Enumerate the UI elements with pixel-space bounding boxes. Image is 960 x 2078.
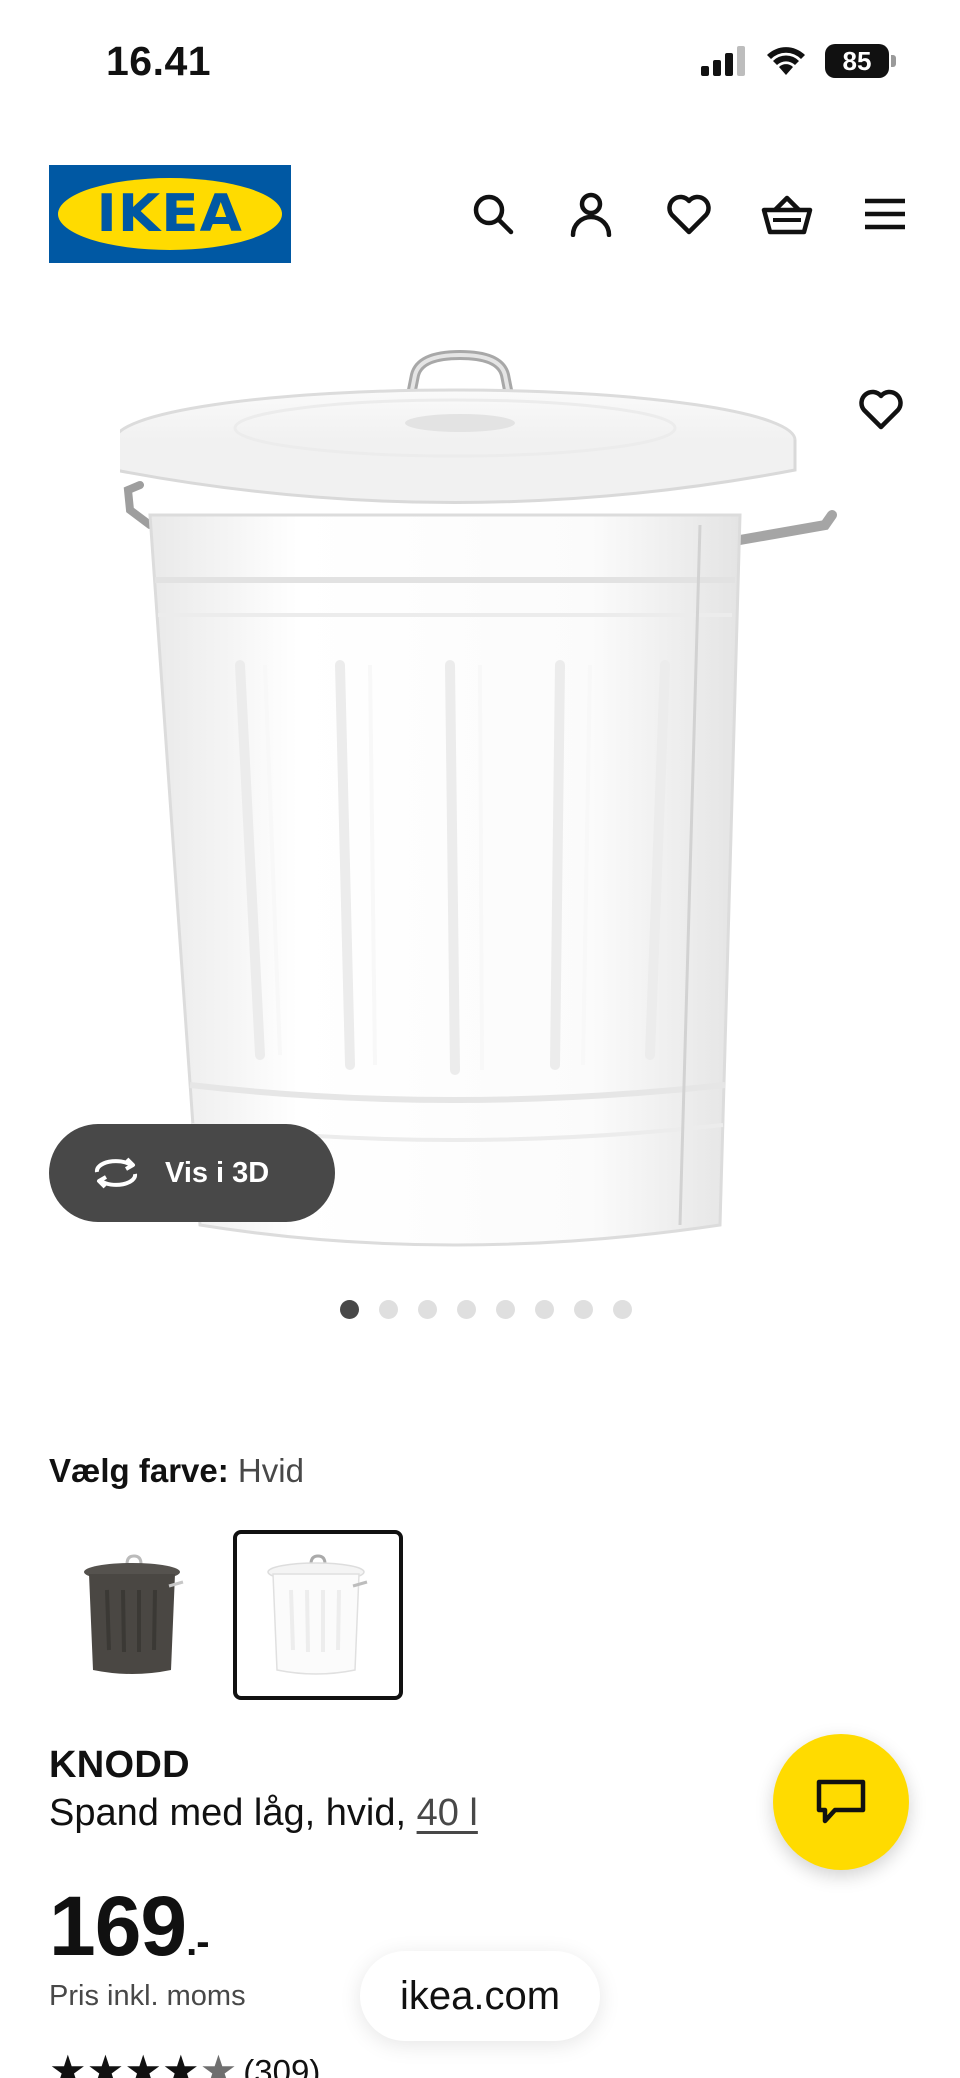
gallery-dot[interactable] (496, 1300, 515, 1319)
color-swatch-black[interactable] (49, 1530, 219, 1700)
gallery-dot[interactable] (379, 1300, 398, 1319)
wifi-icon (767, 47, 805, 75)
logo-oval: IKEA (58, 178, 282, 250)
rating-count: (309) (243, 2052, 321, 2078)
product-gallery[interactable]: Vis i 3D (0, 300, 960, 1260)
gallery-dot[interactable] (613, 1300, 632, 1319)
favourites-button[interactable] (662, 187, 716, 241)
white-bin-thumbnail (267, 1554, 368, 1675)
color-label-title: Vælg farve: (49, 1452, 229, 1489)
search-icon (473, 194, 514, 235)
product-rating[interactable]: ★★★★★ (309) (49, 2050, 320, 2078)
view-in-3d-label: Vis i 3D (165, 1156, 270, 1189)
chat-button[interactable] (773, 1734, 909, 1870)
gallery-dot[interactable] (418, 1300, 437, 1319)
status-bar: 16.41 85 (0, 0, 960, 130)
gallery-dot[interactable] (457, 1300, 476, 1319)
menu-button[interactable] (858, 187, 912, 241)
star-icon: ★ (86, 2047, 125, 2078)
gallery-dot[interactable] (574, 1300, 593, 1319)
price-value: 169 (49, 1879, 187, 1973)
price-note: Pris inkl. moms (49, 1980, 246, 2012)
search-button[interactable] (466, 187, 520, 241)
color-selected-value: Hvid (237, 1452, 304, 1489)
star-icon: ★ (199, 2047, 238, 2078)
color-swatches (49, 1530, 403, 1700)
battery-nub (891, 55, 896, 67)
header-nav (466, 187, 912, 241)
ikea-logo[interactable]: IKEA (49, 165, 291, 263)
basket-icon (761, 195, 813, 235)
status-indicators: 85 (701, 44, 896, 78)
account-button[interactable] (564, 187, 618, 241)
basket-button[interactable] (760, 187, 814, 241)
view-in-3d-button[interactable]: Vis i 3D (49, 1124, 335, 1222)
user-icon (570, 192, 612, 237)
color-swatch-white[interactable] (233, 1530, 403, 1700)
site-header: IKEA (0, 165, 960, 265)
signal-icon (701, 46, 745, 76)
color-picker-label: Vælg farve: Hvid (49, 1452, 304, 1490)
battery-level: 85 (842, 45, 872, 76)
browser-url-pill[interactable]: ikea.com (360, 1951, 600, 2041)
rating-stars: ★★★★★ (49, 2050, 237, 2078)
battery-indicator: 85 (825, 44, 889, 78)
add-to-favourites-button[interactable] (852, 380, 910, 438)
star-icon: ★ (124, 2047, 162, 2078)
product-price: 169.- (49, 1878, 210, 1975)
product-name: KNODD (49, 1744, 190, 1786)
chat-icon (816, 1779, 866, 1824)
heart-icon (667, 194, 711, 235)
product-size-link[interactable]: 40 l (417, 1792, 478, 1834)
star-icon: ★ (49, 2047, 87, 2078)
gallery-dot[interactable] (340, 1300, 359, 1319)
product-description-text: Spand med låg, hvid, (49, 1792, 407, 1834)
star-icon: ★ (161, 2047, 200, 2078)
price-suffix: .- (186, 1920, 209, 1964)
heart-icon (859, 389, 903, 430)
logo-text: IKEA (96, 184, 244, 244)
rotate-3d-icon (94, 1157, 138, 1189)
gallery-pagination (0, 1300, 960, 1319)
menu-icon (865, 198, 905, 230)
product-description: Spand med låg, hvid, 40 l (49, 1792, 478, 1835)
black-bin-thumbnail (84, 1554, 184, 1674)
status-time: 16.41 (106, 38, 212, 84)
gallery-dot[interactable] (535, 1300, 554, 1319)
